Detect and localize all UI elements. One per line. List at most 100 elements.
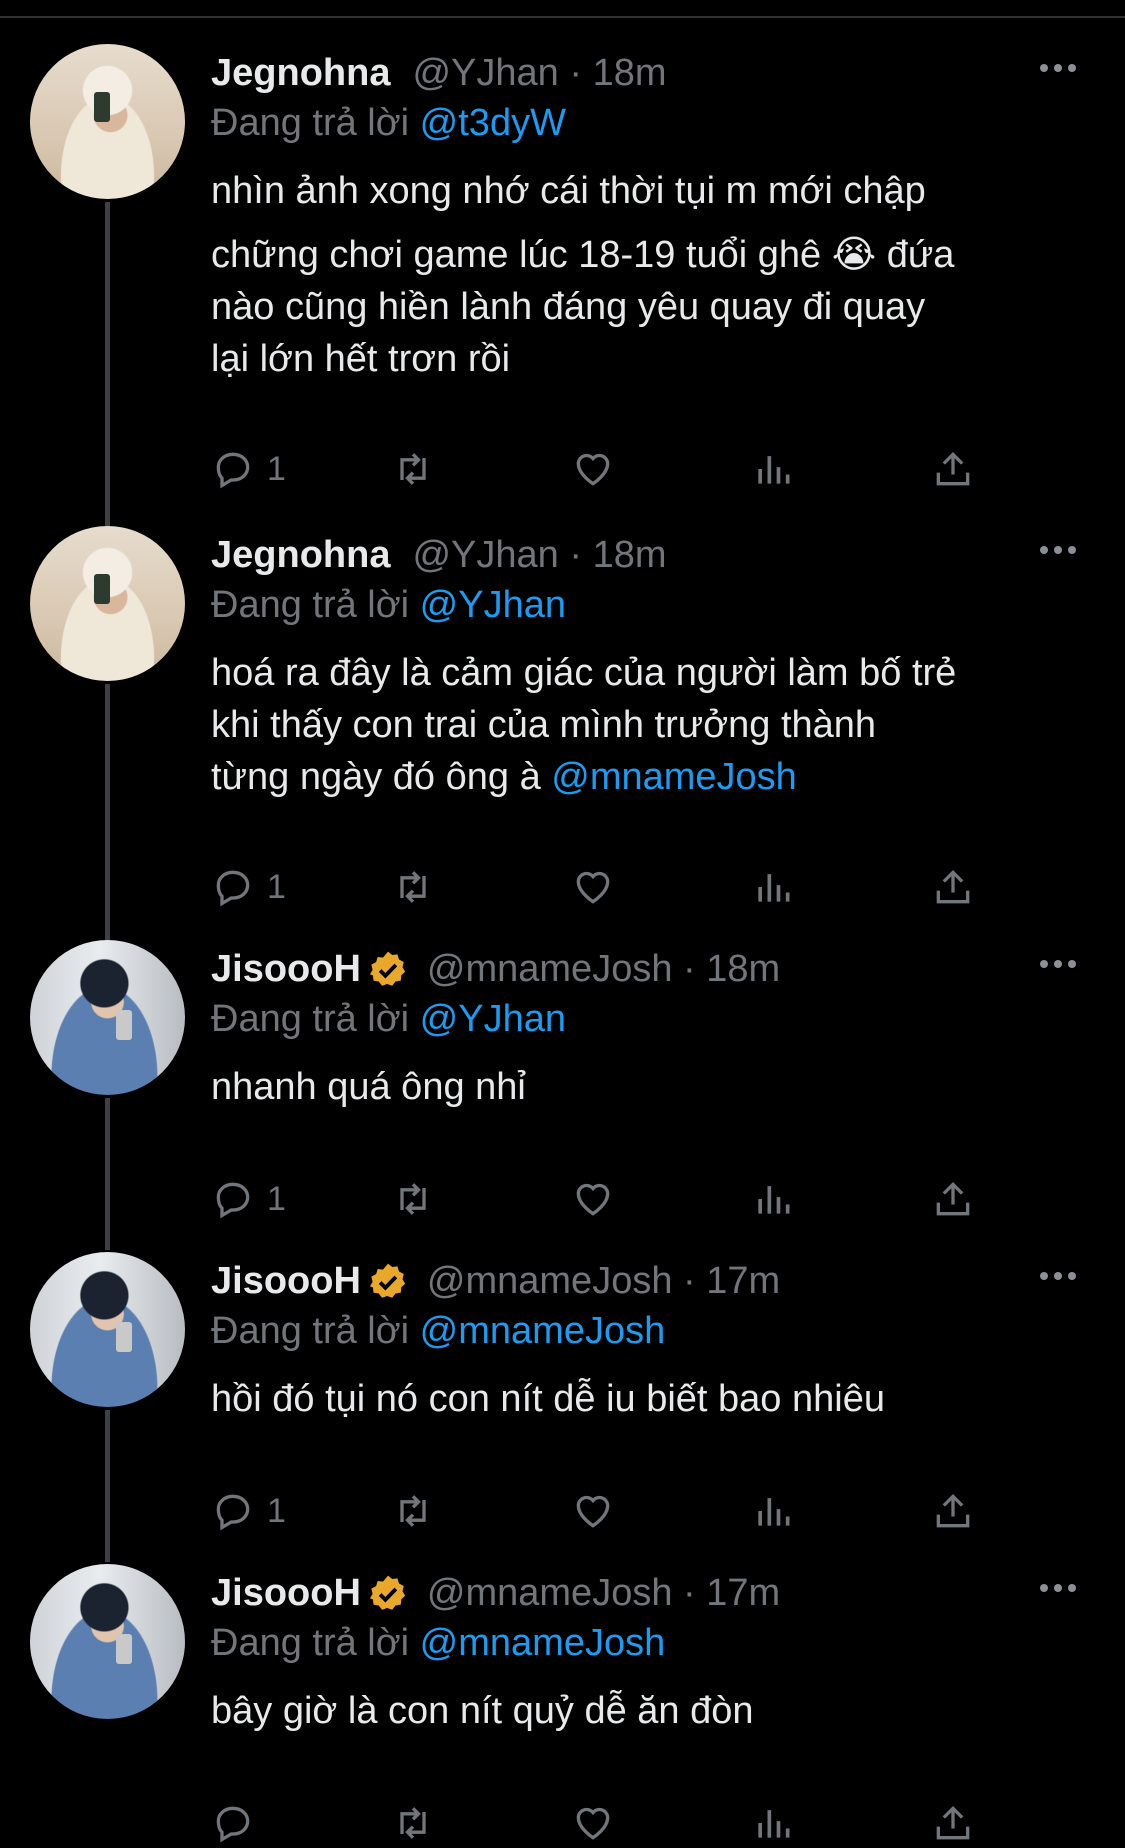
like-button[interactable] xyxy=(571,1798,615,1848)
tweet-text: hoá ra đây là cảm giác của người làm bố … xyxy=(211,652,957,798)
more-icon[interactable] xyxy=(1040,954,1080,974)
retweet-icon xyxy=(400,453,426,485)
avatar[interactable] xyxy=(30,1252,185,1407)
tweet-text: bây giờ là con nít quỷ dễ ăn đòn xyxy=(211,1690,754,1732)
like-button[interactable] xyxy=(571,862,615,912)
tweet-text: nhìn ảnh xong nhớ cái thời tụi m mới chậ… xyxy=(211,170,955,380)
heart-icon xyxy=(576,871,610,904)
heart-icon xyxy=(576,1183,610,1216)
verified-badge-icon xyxy=(369,1575,406,1610)
share-icon xyxy=(936,869,970,904)
reply-count: 1 xyxy=(267,1491,286,1530)
retweet-icon xyxy=(400,1183,426,1215)
views-button[interactable] xyxy=(751,1486,795,1536)
share-button[interactable] xyxy=(931,862,975,912)
heart-icon xyxy=(576,453,610,486)
views-icon xyxy=(758,874,790,902)
share-button[interactable] xyxy=(931,1174,975,1224)
more-icon[interactable] xyxy=(1040,540,1080,560)
share-button[interactable] xyxy=(931,444,975,494)
share-icon xyxy=(936,1805,970,1840)
reply-to-mention[interactable]: @YJhan xyxy=(420,998,566,1040)
share-button[interactable] xyxy=(931,1486,975,1536)
action-bar: 1 xyxy=(211,444,1011,494)
views-icon xyxy=(758,1810,790,1838)
thread-line xyxy=(105,1098,110,1250)
tweet-text: hồi đó tụi nó con nít dễ iu biết bao nhi… xyxy=(211,1378,885,1420)
more-icon[interactable] xyxy=(1040,58,1080,78)
handle[interactable]: @YJhan xyxy=(412,534,558,577)
reply-icon xyxy=(216,1182,250,1219)
thread-line xyxy=(105,1410,110,1562)
retweet-button[interactable] xyxy=(391,1798,435,1848)
heart-icon xyxy=(576,1495,610,1528)
retweet-button[interactable] xyxy=(391,1174,435,1224)
timestamp[interactable]: · 18m xyxy=(559,534,666,577)
views-button[interactable] xyxy=(751,1798,795,1848)
views-button[interactable] xyxy=(751,862,795,912)
views-icon xyxy=(758,1498,790,1526)
avatar[interactable] xyxy=(30,44,185,199)
action-bar: 1 xyxy=(211,1486,1011,1536)
retweet-button[interactable] xyxy=(391,1486,435,1536)
reply-to-mention[interactable]: @mnameJosh xyxy=(420,1310,666,1352)
reply-to-mention[interactable]: @mnameJosh xyxy=(420,1622,666,1664)
inline-mention[interactable]: @mnameJosh xyxy=(551,756,797,798)
thread-line xyxy=(105,202,110,526)
action-bar: 1 xyxy=(211,1174,1011,1224)
retweet-icon xyxy=(400,871,426,903)
share-button[interactable] xyxy=(931,1798,975,1848)
heart-icon xyxy=(576,1807,610,1840)
more-icon[interactable] xyxy=(1040,1266,1080,1286)
like-button[interactable] xyxy=(571,444,615,494)
like-button[interactable] xyxy=(571,1174,615,1224)
retweet-icon xyxy=(400,1495,426,1527)
reply-button[interactable]: 1 xyxy=(211,1486,286,1536)
share-icon xyxy=(936,451,970,486)
reply-button[interactable]: 1 xyxy=(211,444,286,494)
reply-to-mention[interactable]: @YJhan xyxy=(420,584,566,626)
share-icon xyxy=(936,1181,970,1216)
display-name[interactable]: JisoooH xyxy=(211,1260,361,1303)
avatar[interactable] xyxy=(30,1564,185,1719)
views-icon xyxy=(758,456,790,484)
reply-count: 1 xyxy=(267,449,286,488)
reply-button[interactable]: 1 xyxy=(211,1174,286,1224)
replying-to: Đang trả lời @mnameJosh xyxy=(211,1622,666,1664)
reply-icon xyxy=(216,452,250,489)
action-bar xyxy=(211,1798,1011,1848)
retweet-button[interactable] xyxy=(391,862,435,912)
avatar[interactable] xyxy=(30,526,185,681)
reply-icon xyxy=(216,1494,250,1531)
display-name[interactable]: JisoooH xyxy=(211,948,361,991)
timestamp[interactable]: · 17m xyxy=(672,1260,780,1303)
replying-to: Đang trả lời @mnameJosh xyxy=(211,1310,666,1352)
retweet-button[interactable] xyxy=(391,444,435,494)
handle[interactable]: @YJhan xyxy=(412,52,558,95)
avatar[interactable] xyxy=(30,940,185,1095)
verified-badge-icon xyxy=(369,951,406,986)
more-icon[interactable] xyxy=(1040,1578,1080,1598)
display-name[interactable]: Jegnohna xyxy=(211,534,390,577)
reply-to-mention[interactable]: @t3dyW xyxy=(420,102,566,144)
handle[interactable]: @mnameJosh xyxy=(427,948,673,991)
replying-to: Đang trả lời @YJhan xyxy=(211,584,566,626)
verified-badge-icon xyxy=(369,1263,406,1298)
retweet-icon xyxy=(400,1807,426,1839)
timestamp[interactable]: · 18m xyxy=(559,52,666,95)
timestamp[interactable]: · 18m xyxy=(672,948,780,991)
thread-line xyxy=(105,684,110,940)
display-name[interactable]: Jegnohna xyxy=(211,52,390,95)
timestamp[interactable]: · 17m xyxy=(672,1572,780,1615)
reply-icon xyxy=(216,1806,250,1843)
share-icon xyxy=(936,1493,970,1528)
handle[interactable]: @mnameJosh xyxy=(427,1572,673,1615)
handle[interactable]: @mnameJosh xyxy=(427,1260,673,1303)
display-name[interactable]: JisoooH xyxy=(211,1572,361,1615)
like-button[interactable] xyxy=(571,1486,615,1536)
reply-button[interactable]: 1 xyxy=(211,862,286,912)
views-button[interactable] xyxy=(751,1174,795,1224)
reply-button[interactable] xyxy=(211,1798,267,1848)
top-divider xyxy=(0,0,1125,18)
views-button[interactable] xyxy=(751,444,795,494)
